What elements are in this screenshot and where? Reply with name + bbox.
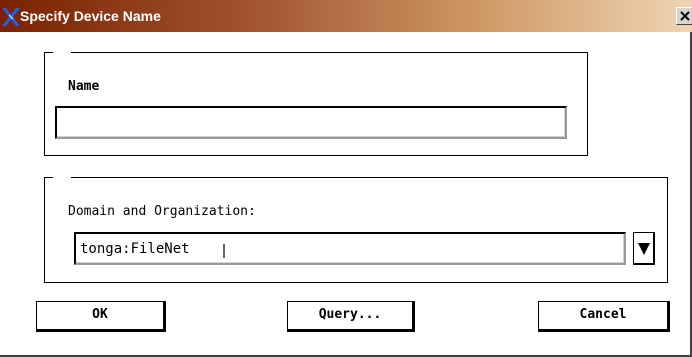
group-box-notch: [53, 51, 71, 55]
window-title: Specify Device Name: [20, 8, 161, 24]
ok-button[interactable]: OK: [36, 301, 166, 332]
title-bar[interactable]: Specify Device Name: [0, 0, 692, 32]
x-app-icon: [2, 8, 20, 26]
specify-device-name-dialog: Specify Device Name Name Domain and Orga…: [0, 0, 692, 357]
domain-organization-value: tonga:FileNet: [80, 241, 190, 257]
cancel-button[interactable]: Cancel: [538, 301, 670, 332]
close-button[interactable]: [676, 7, 692, 25]
close-icon: [680, 11, 690, 21]
domain-organization-label: Domain and Organization:: [68, 204, 256, 219]
text-cursor: [223, 244, 225, 258]
query-button[interactable]: Query...: [287, 301, 415, 332]
name-input[interactable]: [55, 106, 567, 139]
domain-group-box: [44, 176, 668, 283]
name-label: Name: [68, 79, 100, 94]
domain-organization-input[interactable]: tonga:FileNet: [74, 232, 626, 265]
name-group-box: [44, 51, 588, 156]
domain-dropdown-button[interactable]: [633, 232, 655, 265]
group-box-notch: [53, 176, 71, 180]
triangle-down-icon: [638, 243, 650, 255]
